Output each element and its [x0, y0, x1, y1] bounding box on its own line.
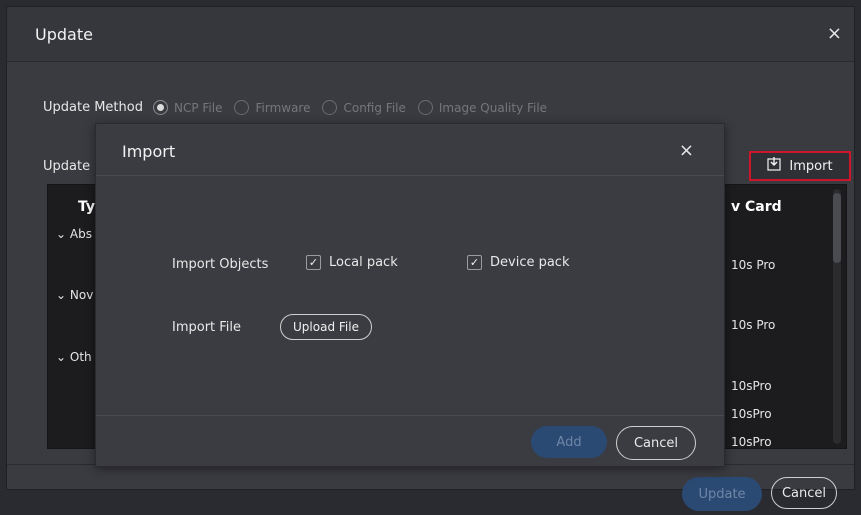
column-header-card: v Card	[731, 199, 782, 215]
update-method-row: Update Method NCP File Firmware Config F…	[43, 100, 559, 115]
import-dialog: Import × Import Objects ✓ Local pack ✓ D…	[95, 123, 725, 467]
table-cell-card: 10sPro	[731, 379, 772, 393]
import-dialog-header: Import ×	[96, 124, 724, 176]
chevron-down-icon: ⌄	[56, 288, 67, 302]
modal-footer-divider	[96, 415, 724, 416]
radio-image-quality-file[interactable]: Image Quality File	[417, 100, 548, 115]
table-cell-card: 10s Pro	[731, 258, 776, 272]
device-pack-checkbox[interactable]: ✓ Device pack	[467, 255, 570, 270]
import-button[interactable]: Import	[749, 151, 851, 181]
checkmark-icon: ✓	[467, 255, 482, 270]
import-file-label: Import File	[172, 320, 242, 335]
local-pack-checkbox[interactable]: ✓ Local pack	[306, 255, 398, 270]
radio-dot	[234, 100, 250, 115]
group-label: Oth	[69, 350, 92, 364]
upload-file-button[interactable]: Upload File	[280, 314, 372, 340]
radio-label: Config File	[343, 100, 406, 115]
chevron-down-icon: ⌄	[56, 350, 67, 364]
modal-cancel-button[interactable]: Cancel	[616, 426, 696, 460]
table-cell-card: 10s Pro	[731, 318, 776, 332]
radio-dot	[152, 100, 168, 115]
window-title: Update	[35, 25, 93, 44]
chevron-down-icon: ⌄	[56, 227, 67, 241]
import-icon	[767, 157, 782, 175]
import-dialog-title: Import	[122, 142, 176, 161]
radio-dot	[417, 100, 433, 115]
table-cell-card: 10sPro	[731, 407, 772, 421]
table-cell-card: 10sPro	[731, 435, 772, 449]
table-scrollbar[interactable]	[833, 189, 841, 444]
group-row[interactable]: ⌄ Nov	[56, 288, 93, 302]
close-icon[interactable]: ×	[827, 23, 842, 44]
device-pack-label: Device pack	[490, 255, 570, 270]
radio-ncp-file[interactable]: NCP File	[152, 100, 223, 115]
group-label: Nov	[69, 288, 94, 302]
scrollbar-thumb[interactable]	[833, 193, 841, 263]
add-button[interactable]: Add	[531, 426, 607, 458]
radio-label: NCP File	[173, 100, 223, 115]
import-objects-label: Import Objects	[172, 257, 269, 272]
radio-label: Firmware	[255, 100, 311, 115]
import-button-label: Import	[789, 158, 833, 174]
radio-firmware[interactable]: Firmware	[234, 100, 310, 115]
update-method-label: Update Method	[43, 100, 143, 115]
radio-config-file[interactable]: Config File	[322, 100, 406, 115]
radio-label: Image Quality File	[438, 100, 548, 115]
update-label: Update	[43, 159, 91, 174]
cancel-button[interactable]: Cancel	[771, 477, 837, 509]
checkmark-icon: ✓	[306, 255, 321, 270]
close-icon[interactable]: ×	[679, 140, 694, 161]
group-row[interactable]: ⌄ Abs	[56, 227, 92, 241]
local-pack-label: Local pack	[329, 255, 398, 270]
radio-dot	[322, 100, 338, 115]
update-button[interactable]: Update	[682, 477, 762, 511]
window-titlebar: Update ×	[7, 7, 854, 62]
group-row[interactable]: ⌄ Oth	[56, 350, 92, 364]
group-label: Abs	[69, 227, 92, 241]
